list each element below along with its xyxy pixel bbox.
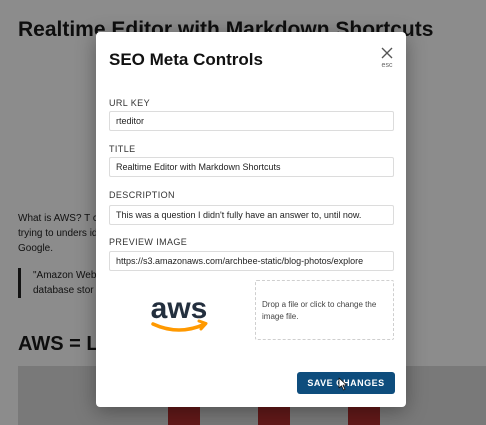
- title-input[interactable]: [109, 157, 394, 177]
- description-label: DESCRIPTION: [109, 190, 175, 200]
- description-input[interactable]: [109, 205, 394, 225]
- seo-meta-modal: SEO Meta Controls esc URL KEY TITLE DESC…: [96, 32, 406, 407]
- save-changes-button[interactable]: SAVE CHANGES: [297, 372, 395, 394]
- title-label: TITLE: [109, 144, 136, 154]
- close-icon[interactable]: [380, 46, 394, 60]
- aws-logo: aws: [151, 292, 208, 332]
- dropzone-text: Drop a file or click to change the image…: [262, 300, 377, 321]
- url-key-label: URL KEY: [109, 98, 150, 108]
- preview-image-input[interactable]: [109, 251, 394, 271]
- esc-hint: esc: [381, 62, 393, 69]
- modal-title: SEO Meta Controls: [109, 50, 263, 69]
- preview-image-label: PREVIEW IMAGE: [109, 237, 188, 247]
- image-dropzone[interactable]: Drop a file or click to change the image…: [255, 280, 394, 340]
- url-key-input[interactable]: [109, 111, 394, 131]
